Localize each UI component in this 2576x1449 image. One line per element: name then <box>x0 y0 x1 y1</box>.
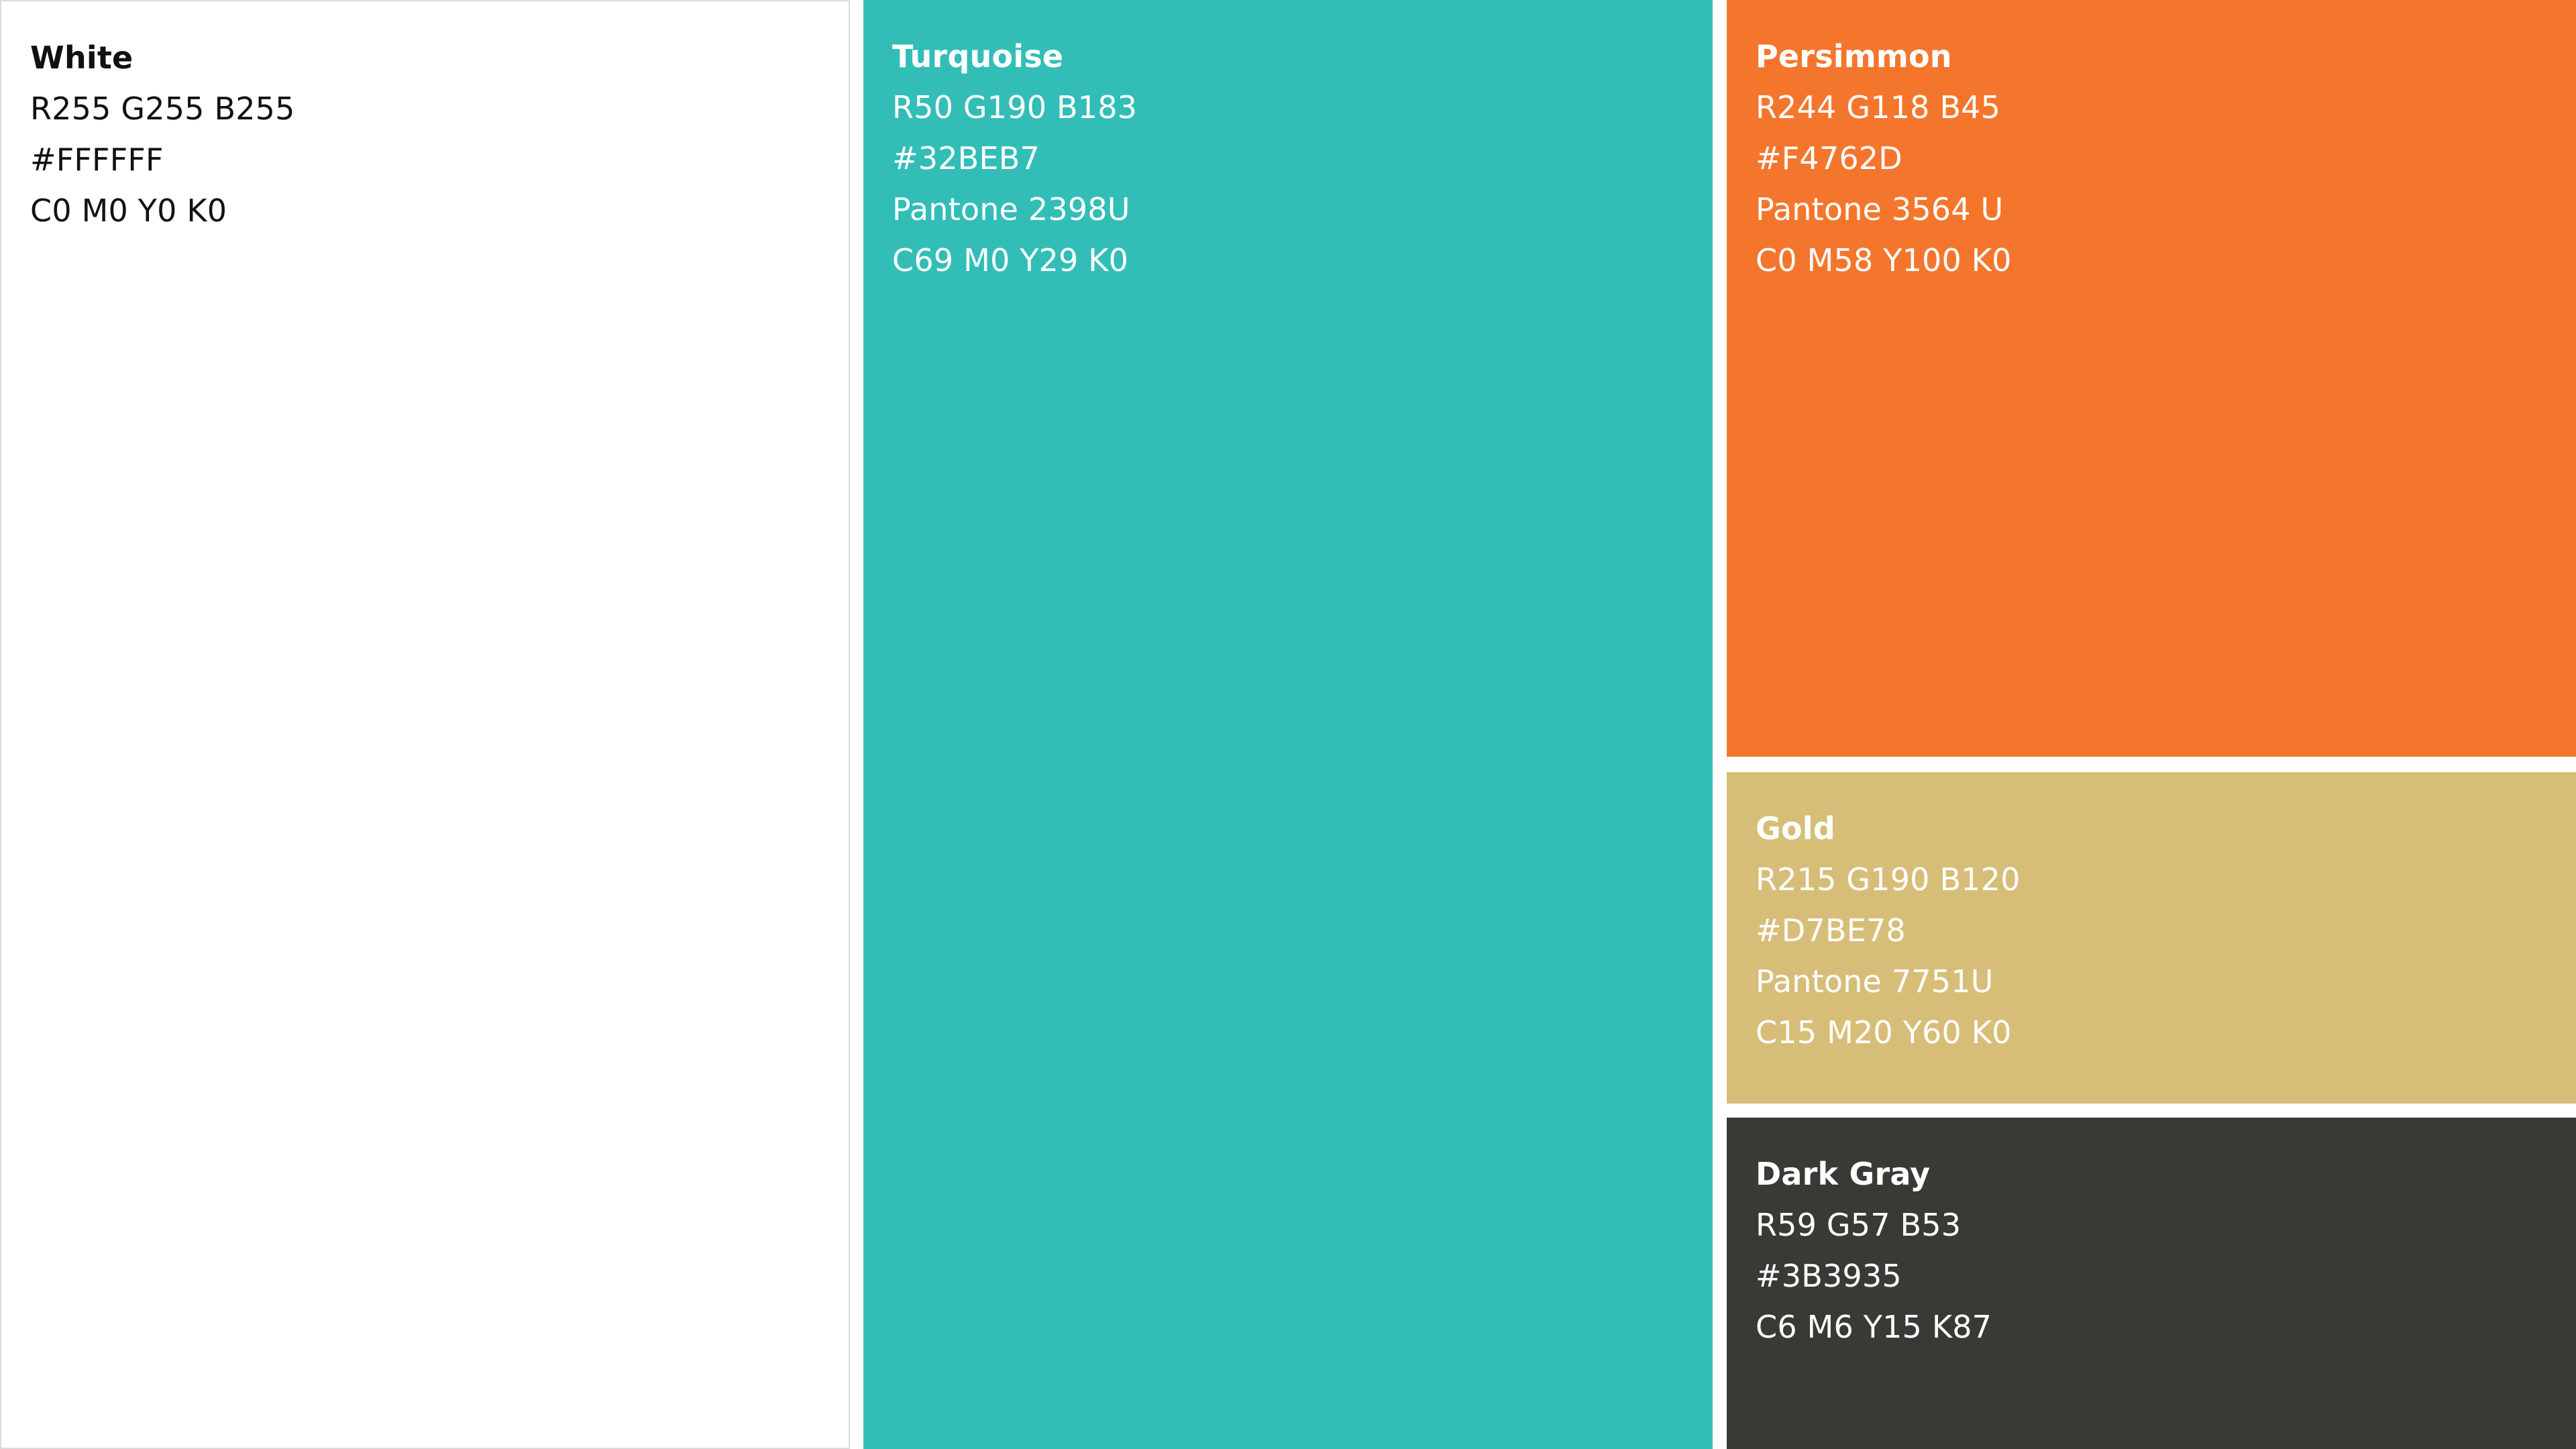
swatch-name: Turquoise <box>892 38 1064 74</box>
swatch-hex: #D7BE78 <box>1756 912 1906 949</box>
swatch-hex: #32BEB7 <box>892 140 1040 176</box>
swatch-rgb: R255 G255 B255 <box>30 91 295 127</box>
swatch-name: Persimmon <box>1756 38 1952 74</box>
swatch-cmyk: C0 M0 Y0 K0 <box>30 193 227 229</box>
swatch-cmyk: C0 M58 Y100 K0 <box>1756 242 2012 278</box>
swatch-rgb: R59 G57 B53 <box>1756 1207 1962 1243</box>
swatch-cmyk: C69 M0 Y29 K0 <box>892 242 1129 278</box>
swatch-cmyk: C6 M6 Y15 K87 <box>1756 1309 1992 1345</box>
swatch-name: Dark Gray <box>1756 1156 1931 1192</box>
swatch-hex: #FFFFFF <box>30 142 164 178</box>
swatch-pantone: Pantone 2398U <box>892 191 1130 227</box>
swatch-hex: #F4762D <box>1756 140 1902 176</box>
swatch-pantone: Pantone 3564 U <box>1756 191 2004 227</box>
swatch-name: Gold <box>1756 810 1835 847</box>
swatch-rgb: R50 G190 B183 <box>892 89 1138 125</box>
swatch-persimmon: Persimmon R244 G118 B45 #F4762D Pantone … <box>1727 0 2576 757</box>
swatch-rgb: R215 G190 B120 <box>1756 861 2021 898</box>
swatch-cmyk: C15 M20 Y60 K0 <box>1756 1014 2012 1051</box>
swatch-pantone: Pantone 7751U <box>1756 963 1994 1000</box>
swatch-hex: #3B3935 <box>1756 1258 1902 1294</box>
color-palette: White R255 G255 B255 #FFFFFF C0 M0 Y0 K0… <box>0 0 2576 1449</box>
swatch-rgb: R244 G118 B45 <box>1756 89 2001 125</box>
swatch-white: White R255 G255 B255 #FFFFFF C0 M0 Y0 K0 <box>0 0 850 1449</box>
swatch-turquoise: Turquoise R50 G190 B183 #32BEB7 Pantone … <box>863 0 1713 1449</box>
swatch-gold: Gold R215 G190 B120 #D7BE78 Pantone 7751… <box>1727 772 2576 1104</box>
swatch-name: White <box>30 40 133 76</box>
swatch-dark-gray: Dark Gray R59 G57 B53 #3B3935 C6 M6 Y15 … <box>1727 1118 2576 1449</box>
